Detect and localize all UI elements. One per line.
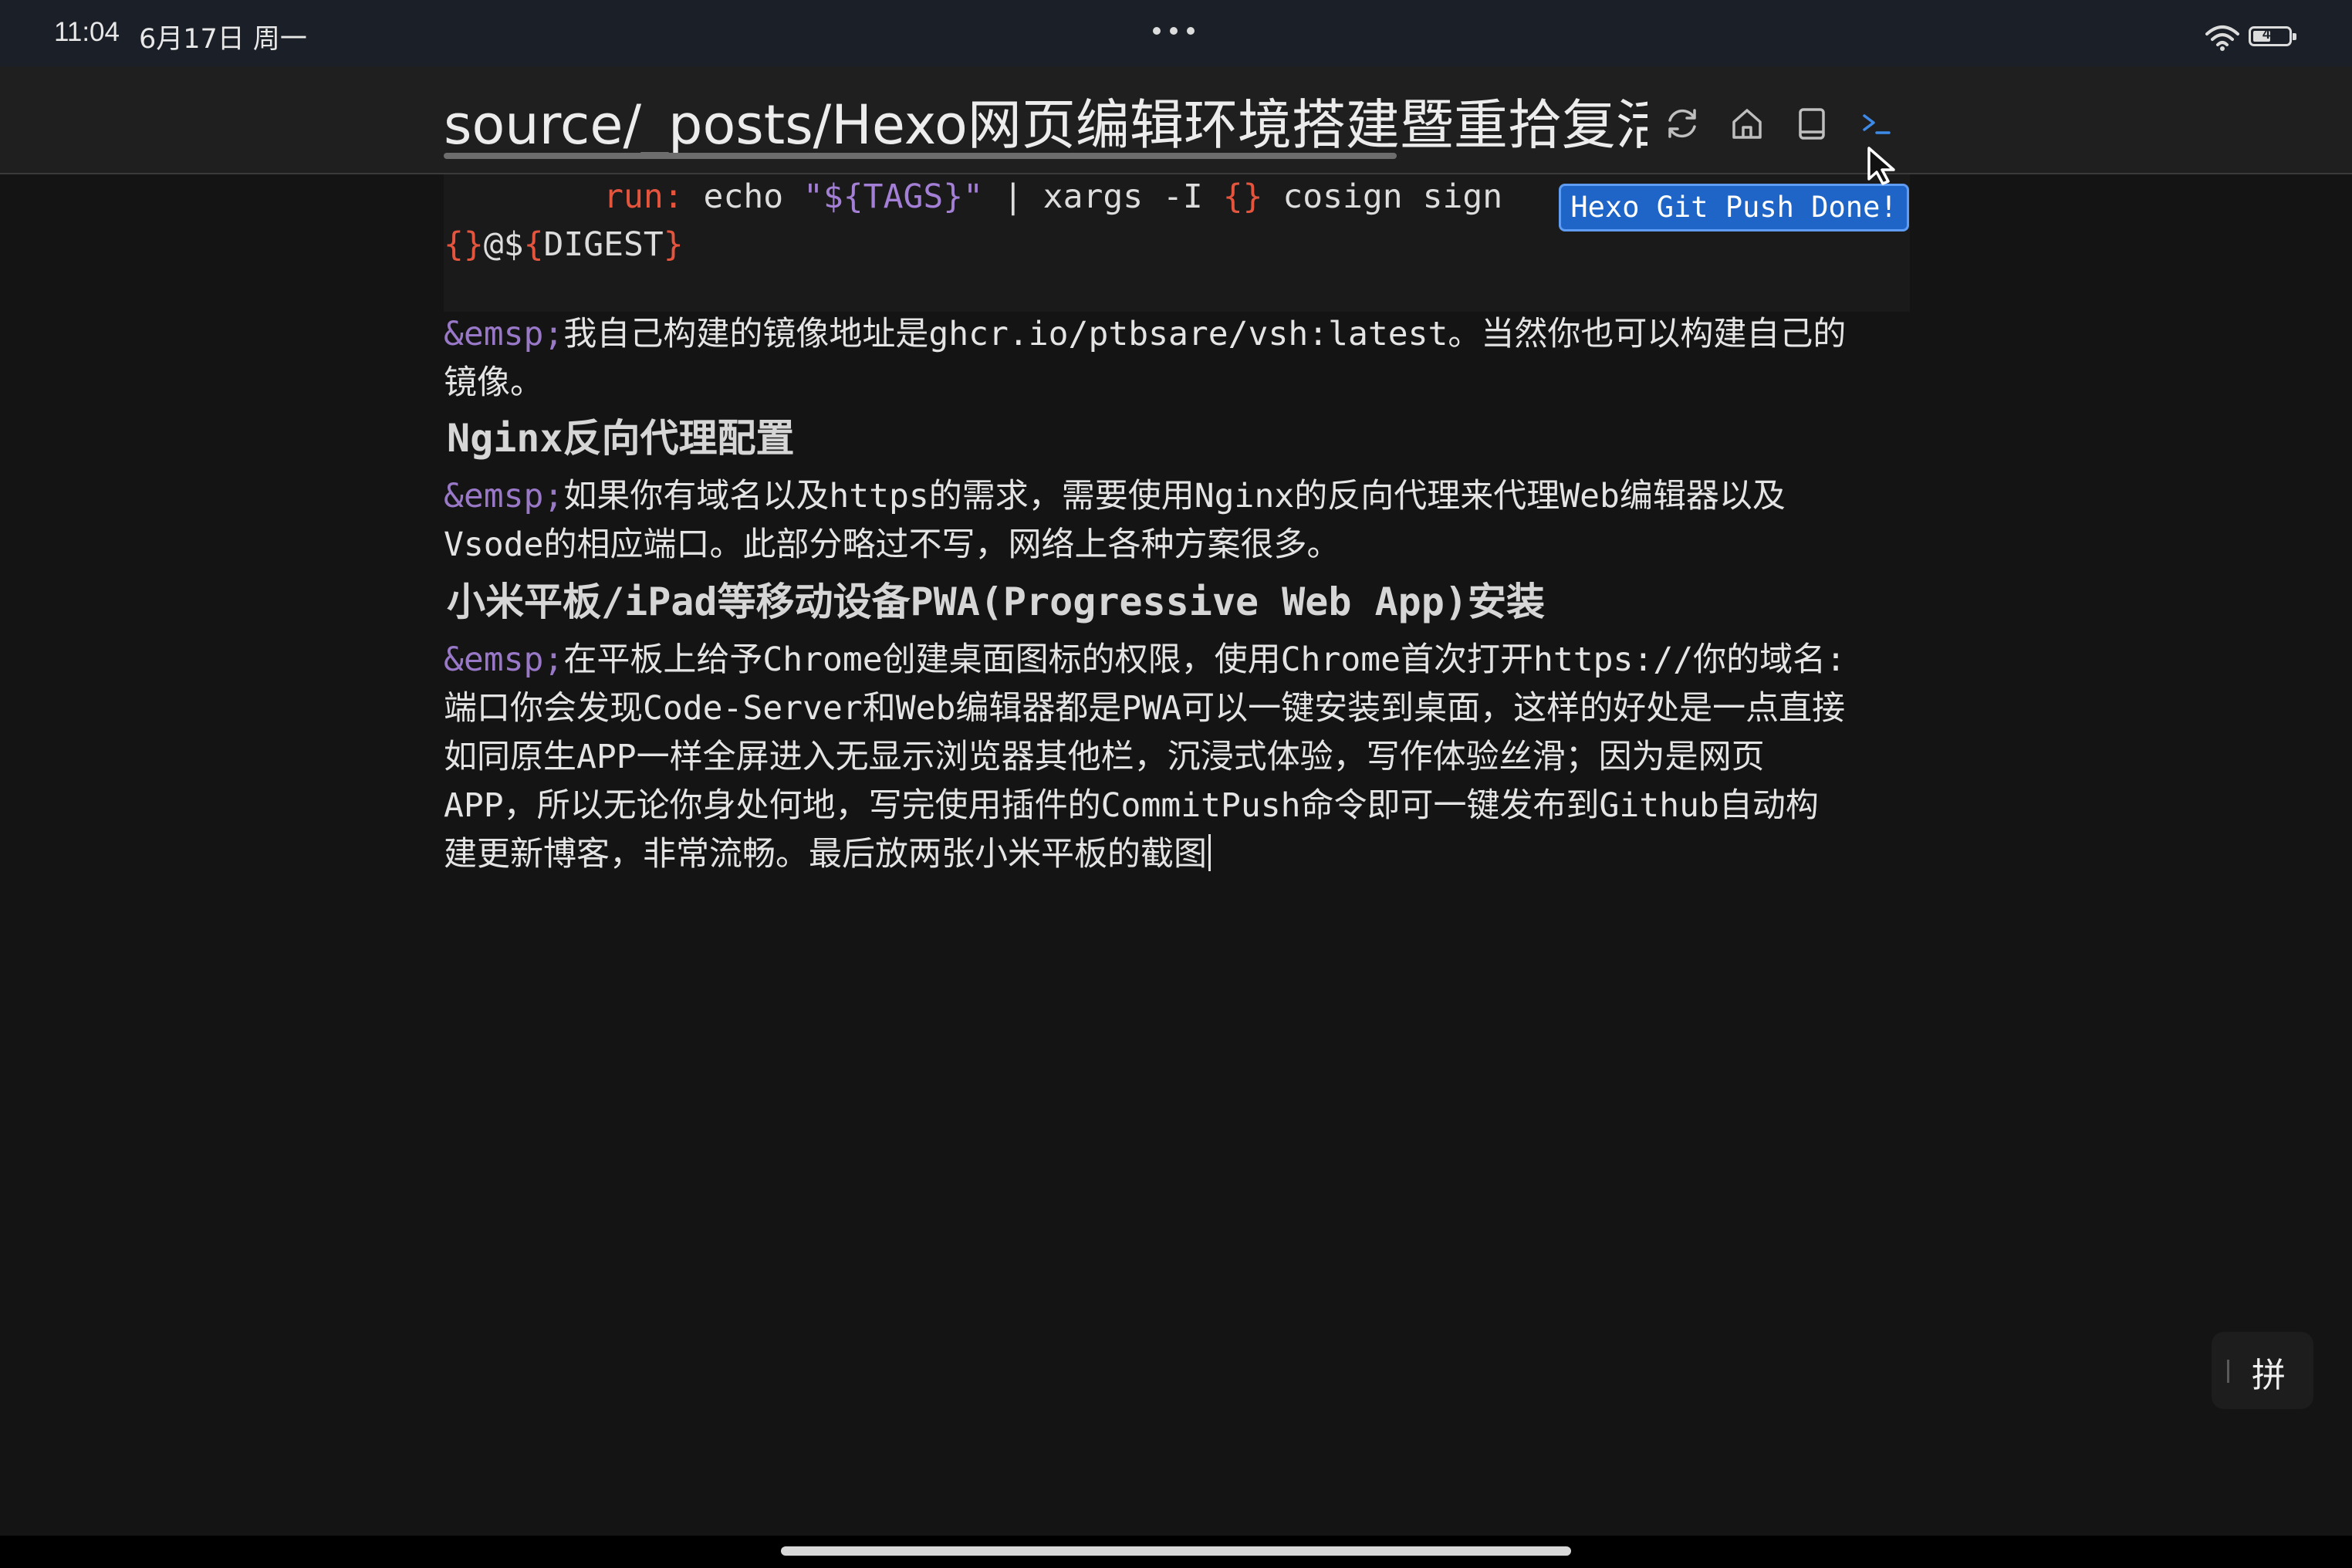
file-path-title[interactable]: source/_posts/Hexo网页编辑环境搭建暨重拾复活笔记.md	[444, 94, 1647, 156]
terminal-icon	[1863, 114, 1891, 134]
code-line: {}@${DIGEST}	[444, 225, 684, 264]
paragraph-pwa: &emsp;在平板上给予Chrome创建桌面图标的权限，使用Chrome首次打开…	[444, 640, 1846, 874]
home-button[interactable]	[1724, 100, 1770, 147]
emsp-entity: &emsp;	[444, 477, 564, 515]
multitask-dots-icon[interactable]	[1153, 25, 1199, 37]
home-icon	[1732, 109, 1762, 139]
refresh-button[interactable]	[1659, 100, 1705, 147]
title-scrollbar[interactable]	[444, 153, 1397, 159]
emsp-entity: &emsp;	[444, 640, 564, 679]
paragraph-nginx: &emsp;如果你有域名以及https的需求，需要使用Nginx的反向代理来代理…	[444, 477, 1786, 564]
mouse-pointer-icon	[1866, 145, 1901, 187]
ime-label: 拼	[2252, 1356, 2286, 1395]
terminal-button[interactable]	[1854, 100, 1900, 147]
refresh-icon	[1668, 109, 1696, 138]
battery-level: 44	[2262, 26, 2279, 42]
file-path-text: source/_posts/Hexo网页编辑环境搭建暨重拾复活笔记.md	[444, 94, 1647, 156]
text-cursor	[1208, 834, 1211, 871]
heading-pwa: 小米平板/iPad等移动设备PWA(Progressive Web App)安装	[447, 580, 1545, 624]
book-button[interactable]	[1789, 100, 1835, 147]
status-date: 6月17日 周一	[139, 24, 307, 55]
home-indicator[interactable]	[781, 1546, 1571, 1556]
emsp-entity: &emsp;	[444, 315, 564, 353]
heading-nginx: Nginx反向代理配置	[447, 416, 795, 461]
paragraph-image-address: &emsp;我自己构建的镜像地址是ghcr.io/ptbsare/vsh:lat…	[444, 315, 1847, 402]
title-bar: source/_posts/Hexo网页编辑环境搭建暨重拾复活笔记.md	[0, 66, 2352, 174]
book-icon	[1799, 108, 1825, 140]
ime-indicator[interactable]: 拼	[2212, 1332, 2313, 1409]
code-line: run: echo "${TAGS}" | xargs -I {} cosign…	[603, 177, 1503, 216]
status-time: 11:04	[54, 17, 120, 47]
git-push-toast: Hexo Git Push Done!	[1559, 184, 1909, 231]
status-bar: 11:04 6月17日 周一 44	[0, 0, 2352, 66]
wifi-icon	[2204, 23, 2241, 52]
battery-icon: 44	[2249, 26, 2296, 46]
